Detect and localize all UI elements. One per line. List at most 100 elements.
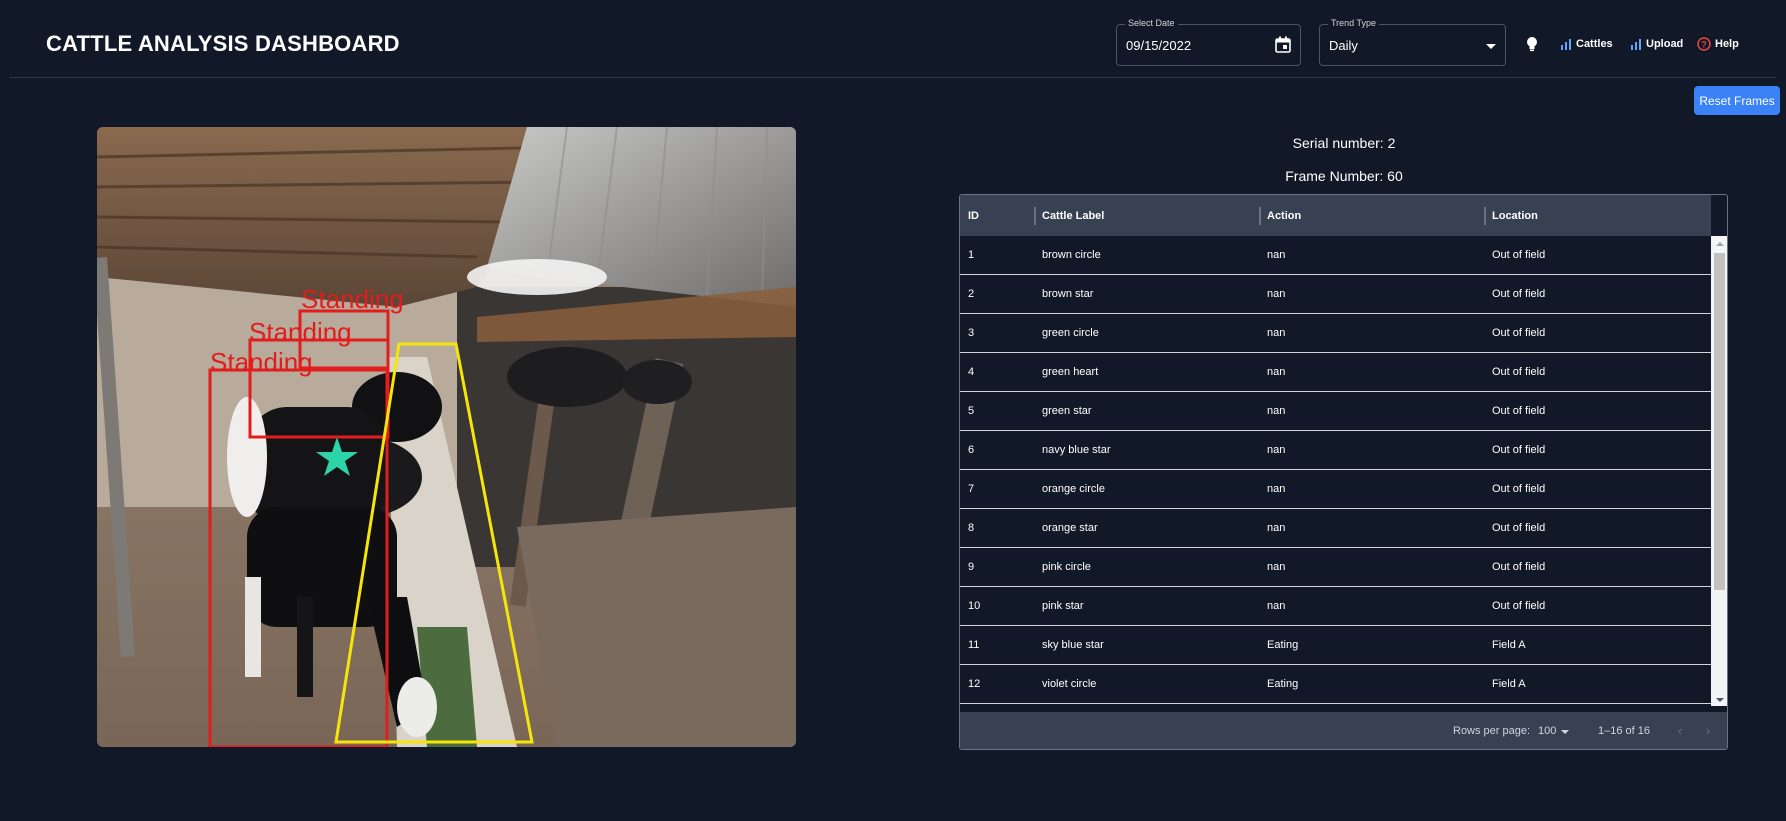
cell-cattle-label: pink star	[1042, 600, 1084, 612]
column-header-id[interactable]: ID	[960, 195, 1034, 236]
cell-location: Field A	[1492, 678, 1526, 690]
chevron-down-icon[interactable]	[1486, 44, 1496, 49]
vertical-scrollbar[interactable]	[1711, 236, 1727, 706]
date-picker-value[interactable]: 09/15/2022	[1126, 38, 1191, 53]
trend-type-select[interactable]: Trend Type Daily	[1319, 18, 1506, 66]
cell-cattle-label: brown star	[1042, 288, 1094, 300]
column-header-action[interactable]: Action	[1259, 195, 1484, 236]
cell-location: Out of field	[1492, 522, 1546, 534]
cell-action: nan	[1267, 327, 1286, 339]
cell-action: nan	[1267, 288, 1286, 300]
table-row[interactable]: 11 sky blue star Eating Field A	[960, 626, 1711, 665]
table-row[interactable]: 4 green heart nan Out of field	[960, 353, 1711, 392]
cell-id: 8	[968, 522, 975, 534]
camera-frame-image: Standing Standing Standing	[97, 127, 796, 747]
cell-location: Out of field	[1492, 405, 1546, 417]
app-header: CATTLE ANALYSIS DASHBOARD Select Date 09…	[0, 0, 1786, 78]
cell-id: 11	[968, 639, 980, 651]
cell-location: Out of field	[1492, 327, 1546, 339]
cell-cattle-label: violet circle	[1042, 678, 1097, 690]
detection-label: Standing	[249, 317, 352, 347]
cell-cattle-label: green heart	[1042, 366, 1099, 378]
bar-chart-icon	[1561, 39, 1571, 50]
serial-number-text: Serial number: 2	[1292, 135, 1396, 151]
header-divider	[10, 77, 1776, 78]
cell-id: 1	[968, 249, 975, 261]
chevron-right-icon[interactable]: ›	[1706, 723, 1710, 738]
cell-action: nan	[1267, 405, 1286, 417]
cell-id: 6	[968, 444, 975, 456]
cell-cattle-label: orange circle	[1042, 483, 1105, 495]
cell-location: Out of field	[1492, 444, 1546, 456]
reset-frames-button[interactable]: Reset Frames	[1694, 86, 1780, 115]
column-header-location[interactable]: Location	[1484, 195, 1711, 236]
cell-action: nan	[1267, 444, 1286, 456]
cell-action: Eating	[1267, 639, 1299, 651]
scroll-up-icon[interactable]	[1716, 242, 1724, 246]
date-picker-label: Select Date	[1125, 18, 1178, 28]
table-body: 1 brown circle nan Out of field 2 brown …	[960, 236, 1711, 706]
table-row[interactable]: 3 green circle nan Out of field	[960, 314, 1711, 353]
table-pagination: Rows per page: 100 1–16 of 16 ‹ ›	[960, 712, 1727, 749]
detection-label: Standing	[301, 284, 404, 314]
cell-location: Out of field	[1492, 600, 1546, 612]
cell-cattle-label: navy blue star	[1042, 444, 1111, 456]
cattle-data-grid: ID Cattle Label Action Location 1 brown …	[959, 194, 1728, 750]
rows-per-page-select[interactable]: 100	[1538, 725, 1556, 737]
cell-action: nan	[1267, 522, 1286, 534]
help-circle-icon: ?	[1697, 37, 1711, 51]
cell-id: 10	[968, 600, 981, 612]
cell-cattle-label: brown circle	[1042, 249, 1101, 261]
cell-id: 3	[968, 327, 975, 339]
svg-text:?: ?	[1701, 40, 1707, 50]
table-row[interactable]: 8 orange star nan Out of field	[960, 509, 1711, 548]
cell-location: Out of field	[1492, 288, 1546, 300]
chevron-left-icon[interactable]: ‹	[1678, 723, 1682, 738]
table-row[interactable]: 1 brown circle nan Out of field	[960, 236, 1711, 275]
table-row[interactable]: 6 navy blue star nan Out of field	[960, 431, 1711, 470]
cell-action: nan	[1267, 561, 1286, 573]
column-header-cattle-label[interactable]: Cattle Label	[1034, 195, 1259, 236]
cell-action: nan	[1267, 249, 1286, 261]
trend-type-label: Trend Type	[1328, 18, 1380, 28]
cell-location: Out of field	[1492, 249, 1546, 261]
trend-type-value[interactable]: Daily	[1329, 38, 1358, 53]
cell-cattle-label: pink circle	[1042, 561, 1091, 573]
cell-action: nan	[1267, 483, 1286, 495]
table-row[interactable]: 12 violet circle Eating Field A	[960, 665, 1711, 704]
pagination-range: 1–16 of 16	[1598, 725, 1650, 737]
scrollbar-thumb[interactable]	[1714, 253, 1725, 590]
lightbulb-icon	[1527, 37, 1537, 52]
nav-help-button[interactable]: ? Help	[1697, 33, 1739, 55]
cell-cattle-label: sky blue star	[1042, 639, 1104, 651]
nav-upload-button[interactable]: Upload	[1630, 33, 1683, 55]
cell-location: Out of field	[1492, 366, 1546, 378]
table-row[interactable]: 9 pink circle nan Out of field	[960, 548, 1711, 587]
table-row[interactable]: 10 pink star nan Out of field	[960, 587, 1711, 626]
cell-id: 2	[968, 288, 975, 300]
cell-id: 5	[968, 405, 975, 417]
detection-label: Standing	[210, 347, 313, 377]
rows-per-page-label: Rows per page:	[1453, 725, 1531, 737]
cell-action: nan	[1267, 366, 1286, 378]
theme-toggle-button[interactable]	[1525, 33, 1543, 55]
scroll-down-icon[interactable]	[1716, 698, 1724, 702]
cell-cattle-label: green star	[1042, 405, 1092, 417]
table-row[interactable]: 7 orange circle nan Out of field	[960, 470, 1711, 509]
date-picker[interactable]: Select Date 09/15/2022	[1116, 18, 1301, 66]
cell-location: Out of field	[1492, 483, 1546, 495]
nav-cattles-label: Cattles	[1576, 38, 1613, 50]
nav-cattles-button[interactable]: Cattles	[1560, 33, 1613, 55]
cell-id: 12	[968, 678, 981, 690]
chevron-down-icon[interactable]	[1561, 730, 1569, 734]
nav-upload-label: Upload	[1646, 38, 1684, 50]
cell-location: Field A	[1492, 639, 1526, 651]
table-row[interactable]: 2 brown star nan Out of field	[960, 275, 1711, 314]
table-row[interactable]: 5 green star nan Out of field	[960, 392, 1711, 431]
page-title: CATTLE ANALYSIS DASHBOARD	[46, 31, 400, 56]
calendar-icon[interactable]	[1275, 36, 1291, 53]
cell-cattle-label: orange star	[1042, 522, 1098, 534]
cell-action: Eating	[1267, 678, 1299, 690]
cell-action: nan	[1267, 600, 1286, 612]
cell-id: 7	[968, 483, 975, 495]
